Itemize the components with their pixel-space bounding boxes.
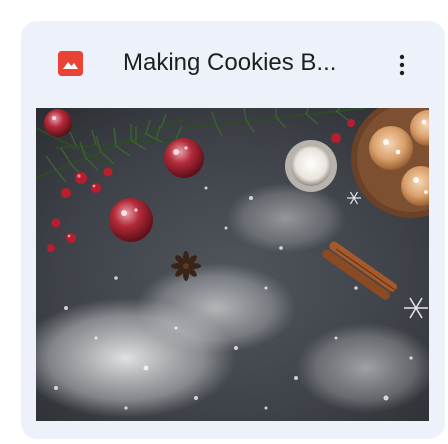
christmas-baking-photo	[36, 108, 429, 421]
image-file-icon	[58, 51, 83, 76]
file-card[interactable]: Making Cookies B...	[21, 21, 445, 439]
more-vert-icon	[399, 54, 405, 76]
file-thumbnail[interactable]	[36, 108, 429, 421]
file-title[interactable]: Making Cookies B...	[123, 47, 336, 79]
more-options-button[interactable]	[388, 45, 416, 85]
file-card-header: Making Cookies B...	[21, 21, 445, 107]
